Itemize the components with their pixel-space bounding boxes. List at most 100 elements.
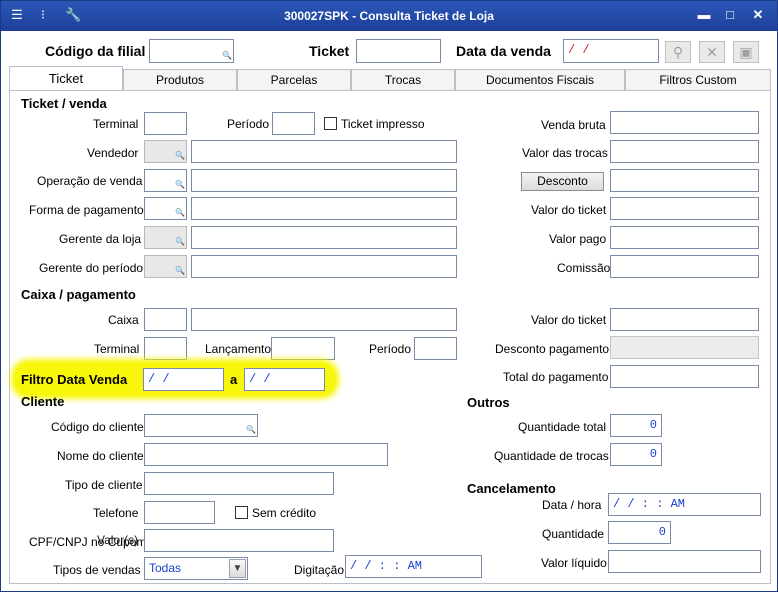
tab-bar: Ticket Produtos Parcelas Trocas Document… (9, 66, 771, 91)
gerente-loja-name-input[interactable] (191, 226, 457, 249)
clear-icon[interactable]: ✕ (699, 41, 725, 63)
cancelamento-heading: Cancelamento (467, 481, 556, 496)
digitacao-label: Digitação (294, 563, 345, 577)
gerente-periodo-code-input[interactable]: 🔍 (144, 255, 187, 278)
tab-documentos-fiscais[interactable]: Documentos Fiscais (455, 69, 625, 90)
codigo-cliente-input[interactable]: 🔍 (144, 414, 258, 437)
lookup-icon[interactable]: 🔍 (175, 153, 185, 161)
filtro-data-venda-label: Filtro Data Venda (21, 372, 128, 387)
filtro-to-input[interactable]: / / (244, 368, 325, 391)
digitacao-input[interactable]: / / : : AM (345, 555, 482, 578)
filial-input[interactable]: 🔍 (149, 39, 234, 63)
vendedor-code-input[interactable]: 🔍 (144, 140, 187, 163)
caixa-pagamento-heading: Caixa / pagamento (21, 287, 136, 302)
tab-trocas[interactable]: Trocas (351, 69, 455, 90)
telefone-input[interactable] (144, 501, 215, 524)
valor-liquido-label: Valor líquido (541, 556, 607, 570)
tab-parcelas[interactable]: Parcelas (237, 69, 351, 90)
desconto-pagamento-input (610, 336, 759, 359)
forma-pagamento-label: Forma de pagamento (29, 203, 144, 217)
tab-filtros-custom[interactable]: Filtros Custom (625, 69, 771, 90)
desconto-button[interactable]: Desconto (521, 172, 604, 191)
operacao-name-input[interactable] (191, 169, 457, 192)
data-hora-input[interactable]: / / : : AM (608, 493, 761, 516)
valor-ticket-input[interactable] (610, 197, 759, 220)
terminal-label: Terminal (93, 117, 139, 131)
quantidade-trocas-input[interactable]: 0 (610, 443, 662, 466)
caixa-valor-ticket-input[interactable] (610, 308, 759, 331)
quantidade-input[interactable]: 0 (608, 521, 671, 544)
filtro-from-input[interactable]: / / (143, 368, 224, 391)
main-window: ☰ ⁝ 🔧 300027SPK - Consulta Ticket de Loj… (0, 0, 778, 592)
venda-bruta-input[interactable] (610, 111, 759, 134)
sem-credito-checkbox[interactable] (235, 506, 248, 519)
data-venda-label: Data da venda (456, 43, 551, 59)
caixa-terminal-label: Terminal (94, 342, 140, 356)
save-icon[interactable]: ▣ (733, 41, 759, 63)
quantidade-total-label: Quantidade total (518, 420, 607, 434)
caixa-label: Caixa (108, 313, 139, 327)
lancamento-label: Lançamento (205, 342, 272, 356)
total-pagamento-label: Total do pagamento (503, 370, 609, 384)
valor-trocas-label: Valor das trocas (522, 146, 608, 160)
lookup-icon[interactable]: 🔍 (175, 182, 185, 190)
caixa-code-input[interactable] (144, 308, 187, 331)
lookup-icon[interactable]: 🔍 (246, 427, 256, 435)
gerente-loja-label: Gerente da loja (59, 232, 142, 246)
outros-heading: Outros (467, 395, 510, 410)
chevron-down-icon[interactable]: ▼ (229, 559, 246, 578)
caixa-periodo-input[interactable] (414, 337, 457, 360)
venda-bruta-label: Venda bruta (541, 118, 606, 132)
tipo-cliente-input[interactable] (144, 472, 334, 495)
tipo-cliente-label: Tipo de cliente (65, 478, 143, 492)
cpf-cnpj-input[interactable] (144, 529, 334, 552)
tab-ticket[interactable]: Ticket (9, 66, 123, 91)
gerente-periodo-name-input[interactable] (191, 255, 457, 278)
lancamento-input[interactable] (271, 337, 335, 360)
quantidade-label: Quantidade (542, 527, 605, 541)
quantidade-total-input[interactable]: 0 (610, 414, 662, 437)
terminal-input[interactable] (144, 112, 187, 135)
ticket-input[interactable] (356, 39, 441, 63)
vendedor-name-input[interactable] (191, 140, 457, 163)
gerente-periodo-label: Gerente do período (39, 261, 144, 275)
minimize-button[interactable]: ▬ (695, 7, 713, 23)
lookup-icon[interactable]: 🔍 (175, 239, 185, 247)
gerente-loja-code-input[interactable]: 🔍 (144, 226, 187, 249)
telefone-label: Telefone (93, 506, 139, 520)
tipos-vendas-select[interactable]: Todas ▼ (144, 557, 248, 580)
periodo-input[interactable] (272, 112, 315, 135)
total-pagamento-input[interactable] (610, 365, 759, 388)
maximize-button[interactable]: □ (721, 7, 739, 23)
operacao-code-input[interactable]: 🔍 (144, 169, 187, 192)
valor-liquido-input[interactable] (608, 550, 761, 573)
lookup-icon[interactable]: 🔍 (175, 210, 185, 218)
caixa-periodo-label: Período (369, 342, 412, 356)
comissao-input[interactable] (610, 255, 759, 278)
lookup-icon[interactable]: 🔍 (222, 53, 232, 61)
tab-produtos[interactable]: Produtos (123, 69, 237, 90)
forma-pagamento-name-input[interactable] (191, 197, 457, 220)
caixa-terminal-input[interactable] (144, 337, 187, 360)
periodo-label: Período (227, 117, 270, 131)
title-bar: ☰ ⁝ 🔧 300027SPK - Consulta Ticket de Loj… (1, 1, 777, 31)
desconto-input[interactable] (610, 169, 759, 192)
search-icon[interactable]: ⚲ (665, 41, 691, 63)
lookup-icon[interactable]: 🔍 (175, 268, 185, 276)
valor-overlap-label: Valor(s) (97, 533, 139, 547)
caixa-valor-ticket-label: Valor do ticket (531, 313, 607, 327)
valor-ticket-label: Valor do ticket (531, 203, 607, 217)
forma-pagamento-code-input[interactable]: 🔍 (144, 197, 187, 220)
vendedor-label: Vendedor (87, 146, 139, 160)
valor-trocas-input[interactable] (610, 140, 759, 163)
tipos-vendas-value: Todas (149, 561, 182, 575)
data-venda-input[interactable]: / / (563, 39, 659, 63)
desconto-pagamento-label: Desconto pagamento (495, 342, 610, 356)
ticket-impresso-checkbox[interactable] (324, 117, 337, 130)
close-button[interactable]: ✕ (749, 7, 767, 23)
valor-pago-input[interactable] (610, 226, 759, 249)
nome-cliente-input[interactable] (144, 443, 388, 466)
operacao-label: Operação de venda (37, 174, 143, 188)
caixa-name-input[interactable] (191, 308, 457, 331)
tipos-vendas-label: Tipos de vendas (53, 563, 141, 577)
